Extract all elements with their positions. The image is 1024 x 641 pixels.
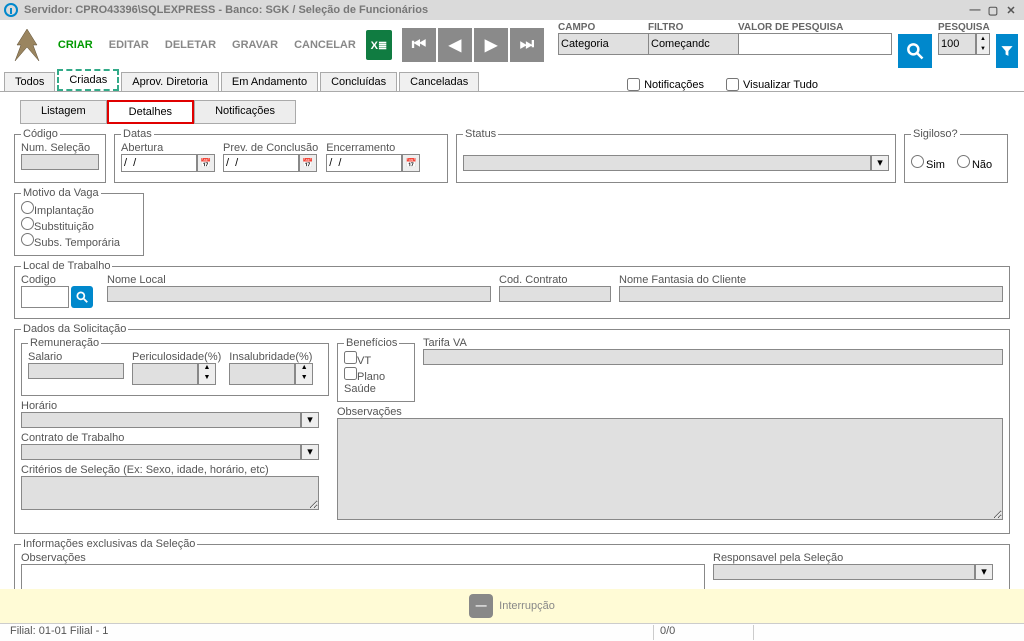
excel-export-button[interactable]: X≣ <box>366 30 392 60</box>
tab-criadas[interactable]: Criadas <box>57 69 119 91</box>
valor-input[interactable] <box>738 33 892 55</box>
prev-input[interactable] <box>223 154 299 172</box>
form-area: Código Num. Seleção Datas Abertura 📅 Pre… <box>0 124 1024 630</box>
horario-dropdown[interactable]: ▾ <box>301 412 319 428</box>
titlebar-text: Servidor: CPRO43396\SQLEXPRESS - Banco: … <box>24 4 966 16</box>
contrato-dropdown[interactable]: ▾ <box>301 444 319 460</box>
num-selecao-input[interactable] <box>21 154 99 170</box>
close-button[interactable]: ✕ <box>1002 2 1020 18</box>
valor-label: VALOR DE PESQUISA <box>738 22 892 33</box>
criterios-input[interactable] <box>21 476 319 510</box>
cod-contrato-input[interactable] <box>499 286 611 302</box>
beneficios-fieldset: Benefícios VT Plano Saúde <box>337 337 415 402</box>
tab-todos[interactable]: Todos <box>4 72 55 91</box>
filter-button[interactable] <box>996 34 1018 68</box>
status-dropdown-button[interactable]: ▾ <box>871 155 889 171</box>
interrupt-label: Interrupção <box>499 600 555 612</box>
search-area: CAMPO ▾ FILTRO ▾ VALOR DE PESQUISA PESQU… <box>558 22 1018 68</box>
pesquisa-input[interactable] <box>938 33 976 55</box>
criar-button[interactable]: CRIAR <box>52 35 99 55</box>
statusbar: Filial: 01-01 Filial - 1 0/0 <box>0 623 1024 641</box>
interrupt-bar: — Interrupção <box>0 589 1024 623</box>
tab-aprov[interactable]: Aprov. Diretoria <box>121 72 219 91</box>
peric-inc[interactable]: ▲ <box>199 364 215 374</box>
filtro-label: FILTRO <box>648 22 732 33</box>
local-codigo-input[interactable] <box>21 286 69 308</box>
peric-input[interactable] <box>132 363 198 385</box>
pesquisa-label: PESQUISA <box>938 22 990 33</box>
nome-local-input[interactable] <box>107 286 491 302</box>
app-icon <box>4 3 18 17</box>
abertura-input[interactable] <box>121 154 197 172</box>
maximize-button[interactable]: ▢ <box>984 2 1002 18</box>
status-filial: Filial: 01-01 Filial - 1 <box>4 625 654 640</box>
local-search-button[interactable] <box>71 286 93 308</box>
plano-check[interactable]: Plano Saúde <box>344 367 408 395</box>
contrato-select[interactable] <box>21 444 301 460</box>
deletar-button[interactable]: DELETAR <box>159 35 222 55</box>
insal-inc[interactable]: ▲ <box>296 364 312 374</box>
inner-tab-listagem[interactable]: Listagem <box>20 100 107 124</box>
local-fieldset: Local de Trabalho Codigo Nome Local Cod.… <box>14 260 1010 319</box>
interrupt-button[interactable]: — <box>469 594 493 618</box>
status-fieldset: Status ▾ <box>456 128 896 183</box>
peric-dec[interactable]: ▼ <box>199 374 215 384</box>
motivo-fieldset: Motivo da Vaga Implantação Substituição … <box>14 187 144 256</box>
tarifa-input[interactable] <box>423 349 1003 365</box>
nav-next-button[interactable]: ▶ <box>474 28 508 62</box>
search-button[interactable] <box>898 34 932 68</box>
inner-tabs: Listagem Detalhes Notificações <box>20 100 1024 124</box>
subtabs: Todos Criadas Aprov. Diretoria Em Andame… <box>0 70 1024 92</box>
status-count: 0/0 <box>654 625 754 640</box>
motivo-sub[interactable]: Substituição <box>21 217 137 233</box>
codigo-fieldset: Código Num. Seleção <box>14 128 106 183</box>
tab-concluidas[interactable]: Concluídas <box>320 72 397 91</box>
cancelar-button[interactable]: CANCELAR <box>288 35 362 55</box>
datas-fieldset: Datas Abertura 📅 Prev. de Conclusão 📅 En… <box>114 128 448 183</box>
dados-fieldset: Dados da Solicitação Remuneração Salario… <box>14 323 1010 534</box>
editar-button[interactable]: EDITAR <box>103 35 155 55</box>
sigiloso-sim[interactable]: Sim <box>911 155 945 171</box>
pesquisa-inc[interactable]: ▲ <box>977 34 989 44</box>
remuneracao-fieldset: Remuneração Salario Periculosidade(%)▲▼ … <box>21 337 329 396</box>
nome-fantasia-input[interactable] <box>619 286 1003 302</box>
nav-last-button[interactable]: ⏭ <box>510 28 544 62</box>
titlebar: Servidor: CPRO43396\SQLEXPRESS - Banco: … <box>0 0 1024 20</box>
nav-buttons: ⏮ ◀ ▶ ⏭ <box>402 28 544 62</box>
nav-prev-button[interactable]: ◀ <box>438 28 472 62</box>
insal-input[interactable] <box>229 363 295 385</box>
check-notif[interactable]: Notificações <box>627 78 704 91</box>
inner-tab-detalhes[interactable]: Detalhes <box>107 100 194 124</box>
enc-input[interactable] <box>326 154 402 172</box>
minimize-button[interactable]: — <box>966 2 984 18</box>
tab-andamento[interactable]: Em Andamento <box>221 72 318 91</box>
abertura-cal-button[interactable]: 📅 <box>197 154 215 172</box>
prev-cal-button[interactable]: 📅 <box>299 154 317 172</box>
check-vistudo[interactable]: Visualizar Tudo <box>726 78 818 91</box>
salario-input[interactable] <box>28 363 124 379</box>
insal-dec[interactable]: ▼ <box>296 374 312 384</box>
resp-dropdown[interactable]: ▾ <box>975 564 993 580</box>
vt-check[interactable]: VT <box>344 351 408 367</box>
status-select[interactable] <box>463 155 871 171</box>
tab-canceladas[interactable]: Canceladas <box>399 72 479 91</box>
motivo-temp[interactable]: Subs. Temporária <box>21 233 137 249</box>
toolbar: CRIAR EDITAR DELETAR GRAVAR CANCELAR X≣ … <box>0 20 1024 70</box>
nav-first-button[interactable]: ⏮ <box>402 28 436 62</box>
inner-tab-notif[interactable]: Notificações <box>194 100 296 124</box>
enc-cal-button[interactable]: 📅 <box>402 154 420 172</box>
obs-dados-input[interactable] <box>337 418 1003 520</box>
campo-label: CAMPO <box>558 22 642 33</box>
gravar-button[interactable]: GRAVAR <box>226 35 284 55</box>
horario-select[interactable] <box>21 412 301 428</box>
sigiloso-fieldset: Sigiloso? Sim Não <box>904 128 1008 183</box>
resp-select[interactable] <box>713 564 975 580</box>
pesquisa-dec[interactable]: ▼ <box>977 44 989 54</box>
sigiloso-nao[interactable]: Não <box>957 155 992 171</box>
logo-icon <box>6 23 48 67</box>
motivo-imp[interactable]: Implantação <box>21 201 137 217</box>
